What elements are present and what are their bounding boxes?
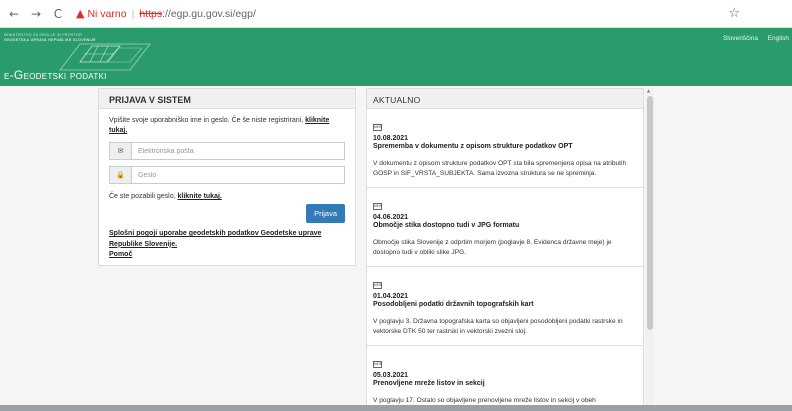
help-link[interactable]: Pomoč: [109, 251, 132, 258]
browser-toolbar: ← → C ▲ Ni varno | https://egp.gu.gov.si…: [0, 0, 792, 28]
forward-arrow-icon[interactable]: →: [28, 6, 44, 22]
language-english-link[interactable]: English: [768, 35, 789, 42]
status-bar: [0, 405, 792, 411]
new-badge-icon: NEW: [373, 124, 383, 131]
new-badge-icon: NEW: [373, 361, 383, 368]
lock-icon: 🔒: [110, 167, 132, 184]
bookmark-star-icon[interactable]: ☆: [728, 6, 740, 21]
news-title[interactable]: Območje stika dostopno tudi v JPG format…: [373, 222, 637, 229]
url-path: ://egp.gu.gov.si/egp/: [162, 7, 256, 20]
login-intro: Vpišite svoje uporabniško ime in geslo. …: [109, 116, 345, 136]
news-text: V poglavju 3. Državna topografska karta …: [373, 318, 623, 335]
news-panel: AKTUALNO NEW 10.08.2021 Sprememba v doku…: [366, 88, 644, 411]
site-title[interactable]: e-Geodetski podatki: [4, 68, 107, 82]
address-separator: |: [131, 7, 135, 20]
email-field[interactable]: [132, 143, 344, 160]
news-item: NEW 05.03.2021 Prenovljene mreže listov …: [367, 346, 643, 410]
address-bar[interactable]: ▲ Ni varno | https://egp.gu.gov.si/egp/: [76, 3, 776, 24]
forgot-password: Če ste pozabili geslo, kliknite tukaj.: [109, 192, 345, 202]
login-intro-text: Vpišite svoje uporabniško ime in geslo. …: [109, 117, 304, 124]
terms-of-use-link[interactable]: Splošni pogoji uporabe geodetskih podatk…: [109, 230, 321, 247]
news-title[interactable]: Sprememba v dokumentu z opisom strukture…: [373, 143, 637, 150]
login-panel: PRIJAVA V SISTEM Vpišite svoje uporabniš…: [98, 88, 356, 266]
scroll-up-arrow-icon[interactable]: ▲: [647, 88, 650, 93]
reload-icon[interactable]: C: [50, 6, 66, 22]
password-input-group: 🔒: [109, 166, 345, 185]
site-header: MINISTRSTVO ZA OKOLJE IN PROSTOR GEODETS…: [0, 28, 792, 86]
news-date: 05.03.2021: [373, 372, 409, 379]
news-item: NEW 01.04.2021 Posodobljeni podatki drža…: [367, 267, 643, 346]
news-item: NEW 04.06.2021 Območje stika dostopno tu…: [367, 188, 643, 267]
news-item: NEW 10.08.2021 Sprememba v dokumentu z o…: [367, 109, 643, 188]
ministry-name: MINISTRSTVO ZA OKOLJE IN PROSTOR: [4, 33, 83, 37]
login-panel-title: PRIJAVA V SISTEM: [99, 89, 355, 109]
security-label[interactable]: Ni varno: [87, 8, 126, 20]
new-badge-icon: NEW: [373, 203, 383, 210]
news-date: 10.08.2021: [373, 135, 409, 142]
news-title[interactable]: Posodobljeni podatki državnih topografsk…: [373, 301, 637, 308]
news-date: 04.06.2021: [373, 214, 409, 221]
warning-icon[interactable]: ▲: [76, 7, 84, 20]
url-scheme: https: [139, 7, 163, 20]
news-panel-title: AKTUALNO: [367, 89, 643, 109]
news-text: V dokumentu z opisom strukture podatkov …: [373, 160, 627, 177]
email-input-group: ✉: [109, 142, 345, 161]
news-title[interactable]: Prenovljene mreže listov in sekcij: [373, 380, 637, 387]
main-content: PRIJAVA V SISTEM Vpišite svoje uporabniš…: [0, 86, 792, 411]
scrollbar-thumb[interactable]: [647, 96, 653, 330]
forgot-password-link[interactable]: kliknite tukaj.: [178, 193, 222, 200]
login-button[interactable]: Prijava: [306, 204, 345, 224]
news-text: Območje stika Slovenije z odprtim morjem…: [373, 239, 612, 256]
password-field[interactable]: [132, 167, 344, 184]
news-date: 01.04.2021: [373, 293, 409, 300]
language-slovenian-link[interactable]: Slovenščina: [723, 35, 758, 42]
new-badge-icon: NEW: [373, 282, 383, 289]
forgot-password-text: Če ste pozabili geslo,: [109, 193, 176, 201]
news-scrollbar[interactable]: ▲: [646, 88, 654, 411]
envelope-icon: ✉: [110, 143, 132, 160]
back-arrow-icon[interactable]: ←: [6, 6, 22, 22]
